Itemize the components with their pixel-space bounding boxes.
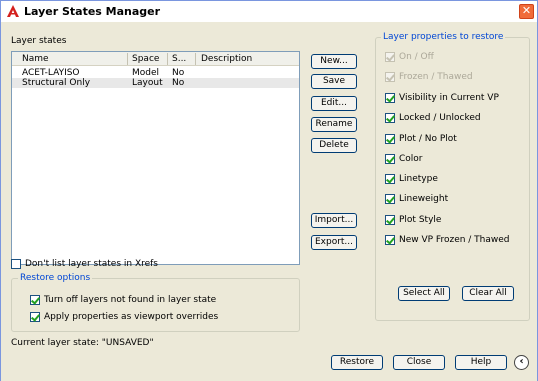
window-title: Layer States Manager — [24, 5, 161, 18]
dont-list-xrefs-label: Don't list layer states in Xrefs — [25, 259, 159, 269]
property-label: Visibility in Current VP — [399, 93, 499, 103]
layer-states-label: Layer states — [11, 36, 67, 46]
property-checkbox-frozen-thawed[interactable] — [385, 72, 395, 82]
property-checkbox-visibility-vp[interactable] — [385, 93, 395, 103]
dont-list-xrefs-checkbox[interactable] — [11, 259, 21, 269]
property-checkbox-linetype[interactable] — [385, 174, 395, 184]
list-header: Name Space S... Description — [12, 52, 299, 66]
row-status: No — [172, 78, 185, 88]
select-all-button[interactable]: Select All — [398, 286, 450, 301]
export-button[interactable]: Export... — [311, 235, 357, 250]
table-row[interactable]: Structural Only Layout No — [12, 78, 299, 88]
property-label: New VP Frozen / Thawed — [399, 235, 510, 245]
save-button[interactable]: Save — [311, 74, 357, 89]
edit-button[interactable]: Edit... — [311, 96, 357, 111]
collapse-arrow-icon[interactable]: ‹ — [514, 355, 529, 370]
dialog-content: Layer states Name Space S... Description… — [1, 22, 537, 381]
property-label: Frozen / Thawed — [399, 72, 473, 82]
autocad-logo-icon — [7, 5, 19, 17]
row-status: No — [172, 68, 185, 78]
layer-states-list[interactable]: Name Space S... Description ACET-LAYISO … — [11, 51, 300, 265]
column-header-description[interactable]: Description — [201, 54, 252, 64]
column-header-name[interactable]: Name — [22, 54, 49, 64]
column-header-space[interactable]: Space — [132, 54, 159, 64]
property-label: Plot Style — [399, 215, 442, 225]
property-checkbox-lineweight[interactable] — [385, 194, 395, 204]
turn-off-layers-label: Turn off layers not found in layer state — [44, 295, 217, 305]
property-label: On / Off — [399, 52, 434, 62]
import-button[interactable]: Import... — [311, 213, 357, 228]
table-row[interactable]: ACET-LAYISO Model No — [12, 68, 299, 78]
layer-states-manager-window: Layer States Manager ✕ Layer states Name… — [0, 0, 538, 381]
restore-button[interactable]: Restore — [331, 355, 383, 370]
column-divider[interactable] — [167, 53, 168, 65]
close-window-button[interactable]: ✕ — [519, 4, 534, 19]
restore-options-title: Restore options — [18, 273, 93, 283]
row-space: Model — [132, 68, 160, 78]
title-bar: Layer States Manager ✕ — [1, 1, 537, 22]
property-checkbox-locked[interactable] — [385, 113, 395, 123]
column-divider[interactable] — [195, 53, 196, 65]
property-label: Plot / No Plot — [399, 134, 457, 144]
layer-properties-group: Layer properties to restore On / Off Fro… — [375, 32, 530, 321]
row-space: Layout — [132, 78, 163, 88]
apply-viewport-overrides-label: Apply properties as viewport overrides — [44, 312, 219, 322]
property-label: Color — [399, 154, 423, 164]
rename-button[interactable]: Rename — [311, 117, 357, 132]
help-button[interactable]: Help — [455, 355, 507, 370]
property-checkbox-color[interactable] — [385, 154, 395, 164]
property-checkbox-plot[interactable] — [385, 134, 395, 144]
layer-properties-title: Layer properties to restore — [381, 32, 506, 42]
property-checkbox-new-vp-frozen[interactable] — [385, 235, 395, 245]
new-button[interactable]: New... — [311, 54, 357, 69]
property-label: Locked / Unlocked — [399, 113, 481, 123]
current-layer-state: Current layer state: "UNSAVED" — [11, 338, 154, 348]
property-checkbox-plot-style[interactable] — [385, 215, 395, 225]
property-checkbox-on-off[interactable] — [385, 52, 395, 62]
row-name: ACET-LAYISO — [22, 68, 80, 78]
row-name: Structural Only — [22, 78, 91, 88]
apply-viewport-overrides-checkbox[interactable] — [30, 312, 40, 322]
restore-options-group: Restore options Turn off layers not foun… — [11, 273, 300, 332]
close-button[interactable]: Close — [393, 355, 445, 370]
clear-all-button[interactable]: Clear All — [462, 286, 514, 301]
delete-button[interactable]: Delete — [311, 138, 357, 153]
column-header-status[interactable]: S... — [172, 54, 186, 64]
turn-off-layers-checkbox[interactable] — [30, 295, 40, 305]
property-label: Lineweight — [399, 194, 449, 204]
column-divider[interactable] — [127, 53, 128, 65]
property-label: Linetype — [399, 174, 438, 184]
